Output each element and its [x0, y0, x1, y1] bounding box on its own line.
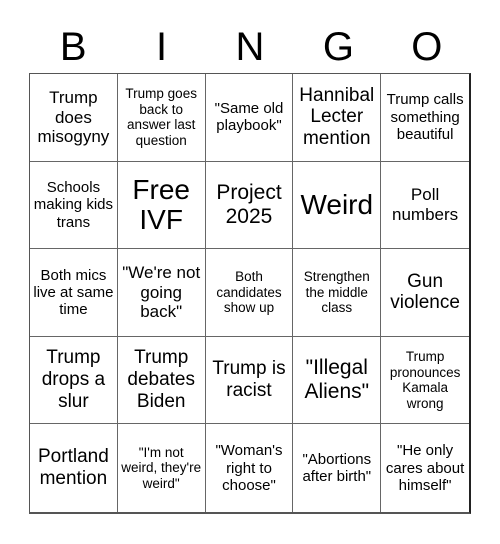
bingo-cell[interactable]: Hannibal Lecter mention [293, 74, 382, 162]
bingo-cell[interactable]: Trump does misogyny [30, 74, 118, 162]
bingo-cell[interactable]: Portland mention [30, 424, 118, 512]
bingo-cell[interactable]: "We're not going back" [117, 249, 206, 337]
bingo-cell[interactable]: "He only cares about himself" [381, 424, 469, 512]
bingo-cell[interactable]: "Same old playbook" [205, 74, 294, 162]
header-letter-n: N [235, 25, 265, 69]
header-letter-i: I [156, 25, 168, 69]
bingo-cell[interactable]: "Illegal Aliens" [293, 336, 382, 425]
bingo-cell[interactable]: Trump goes back to answer last question [117, 74, 206, 162]
bingo-header: B I N G O [29, 22, 471, 72]
bingo-cell[interactable]: Both candidates show up [205, 249, 294, 337]
bingo-cell[interactable]: "Woman's right to choose" [206, 424, 294, 512]
bingo-cell[interactable]: "I'm not weird, they're weird" [118, 424, 206, 512]
bingo-cell[interactable]: Gun violence [381, 249, 469, 337]
header-letter-b: B [59, 25, 87, 69]
header-letter-g: G [322, 25, 354, 69]
bingo-cell[interactable]: Project 2025 [205, 161, 294, 250]
bingo-cell[interactable]: Poll numbers [381, 162, 469, 250]
bingo-cell[interactable]: Trump pronounces Kamala wrong [381, 337, 469, 425]
bingo-cell[interactable]: Free IVF [117, 161, 206, 250]
bingo-cell[interactable]: Weird [293, 161, 382, 250]
bingo-cell[interactable]: Schools making kids trans [30, 161, 118, 250]
bingo-cell[interactable]: "Abortions after birth" [293, 424, 382, 512]
bingo-cell[interactable]: Trump is racist [205, 336, 294, 425]
bingo-grid: Trump does misogyny Trump goes back to a… [29, 73, 471, 514]
bingo-cell[interactable]: Strengthen the middle class [293, 249, 382, 337]
header-letter-o: O [411, 25, 443, 69]
bingo-cell[interactable]: Trump calls something beautiful [381, 74, 469, 162]
bingo-cell[interactable]: Trump debates Biden [117, 336, 206, 425]
bingo-cell[interactable]: Trump drops a slur [30, 336, 118, 425]
bingo-cell[interactable]: Both mics live at same time [30, 249, 118, 337]
